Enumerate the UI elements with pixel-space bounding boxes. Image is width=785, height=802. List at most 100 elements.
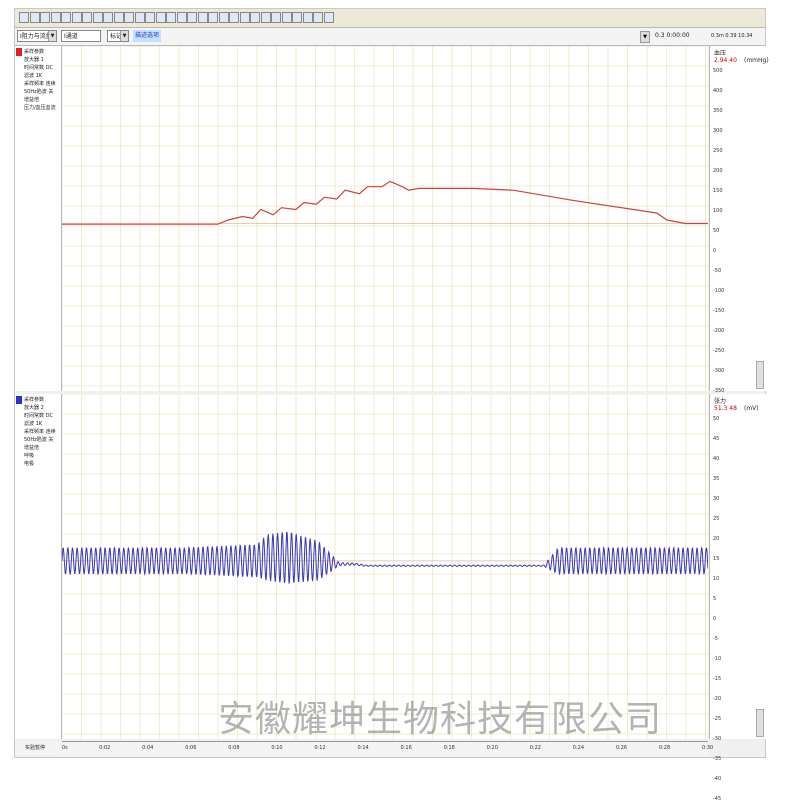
toolbar-button[interactable] (113, 12, 124, 23)
toolbar-button[interactable] (19, 12, 29, 23)
toolbar-button[interactable] (197, 12, 208, 23)
channel2-info-panel: 采样参数 放大器 2 时间常数 DC 滤波 1K 采样频率 连续 50Hz陷波 关增益倍呼… (15, 394, 62, 739)
toolbar-button[interactable] (218, 12, 229, 23)
channel2-y-tick-label: 40 (713, 456, 720, 462)
x-tick-label: 0:14 (357, 745, 369, 751)
channel-mode-select[interactable]: Ⅰ阻力与流量 ▼ (17, 30, 57, 42)
x-tick-label: 0:22 (529, 745, 541, 751)
channel2-y-tick-label: -10 (713, 656, 722, 662)
channel2-parameter-list: 采样参数 放大器 2 时间常数 DC 滤波 1K 采样频率 连续 50Hz陷波 关增益倍呼… (15, 394, 61, 468)
x-tick-label: 0:28 (658, 745, 671, 751)
x-tick-label: 0:30 (702, 745, 714, 751)
channel1-scale-panel: 血压 2.94 40 (mmHg) 500 400 350 300 250 200 150 1… (709, 46, 769, 414)
toolbar-button[interactable] (124, 12, 134, 23)
channel1-param-line: 时间常数 DC (24, 65, 53, 71)
time-display-2: 0.3m 0.39 10.34 (711, 33, 753, 39)
toolbar-button[interactable] (229, 12, 239, 23)
channel2-param-line: 电极 (24, 461, 35, 467)
channel2-y-tick-label: 15 (713, 556, 720, 562)
toolbar-button[interactable] (313, 12, 323, 23)
channel1-y-tick-label: 150 (713, 188, 723, 194)
channel2-plot[interactable] (62, 394, 708, 739)
toolbar-button[interactable] (71, 12, 82, 23)
watermark-text: 安徽耀坤生物科技有限公司 (218, 699, 663, 740)
channel1-plot[interactable] (62, 46, 708, 391)
toolbar-button[interactable] (92, 12, 103, 23)
x-tick-label: 0s (62, 745, 68, 751)
channel2-y-tick-label: 0 (713, 616, 717, 622)
channel1-y-tick-label: -50 (713, 268, 722, 274)
channel1-scale-scrollbar[interactable] (756, 361, 764, 389)
channel2-param-line: 呼吸 (24, 453, 35, 459)
channel1-y-tick-label: 200 (713, 168, 723, 174)
mark-select[interactable]: 标记 ▼ (107, 30, 129, 42)
toolbar-button[interactable] (82, 12, 92, 23)
channel2-color-marker[interactable] (16, 396, 22, 404)
toolbar-button[interactable] (145, 12, 155, 23)
trace-option-chip[interactable]: 描迹选项 (133, 30, 162, 42)
toolbar-button[interactable] (187, 12, 197, 23)
channel2-param-line: 增益倍 (24, 445, 40, 451)
channel1-chart-svg (62, 46, 708, 391)
toolbar-button[interactable] (176, 12, 187, 23)
status-indicator: 实验暂停 (15, 741, 61, 755)
toolbar-button[interactable] (166, 12, 176, 23)
time-axis[interactable]: 0s 0:02 0:04 0:06 0:08 0:10 0:12 0:14 0:16 0:18 0:… (62, 741, 713, 756)
x-tick-label: 0:18 (443, 745, 455, 751)
toolbar-button[interactable] (281, 12, 292, 23)
toolbar-button[interactable] (271, 12, 281, 23)
x-tick-label: 0:02 (99, 745, 111, 751)
channel1-color-marker[interactable] (16, 48, 22, 56)
chevron-down-icon[interactable]: ▼ (640, 31, 650, 43)
channel1-y-tick-label: 50 (713, 228, 720, 234)
channel1-param-line: 50Hz陷波 关 (24, 89, 54, 95)
toolbar-button[interactable] (50, 12, 61, 23)
channel2-y-tick-label: 45 (713, 436, 720, 442)
channel2-param-line: 50Hz陷波 关 (24, 437, 54, 443)
channel2-unit: (mV) (744, 405, 759, 412)
channel2-y-tick-label: 50 (713, 416, 720, 422)
toolbar-button[interactable] (323, 12, 334, 23)
x-tick-label: 0:20 (486, 745, 498, 751)
channel1-param-line: 采样频率 连续 (24, 81, 56, 87)
toolbar-button[interactable] (260, 12, 271, 23)
toolbar-button[interactable] (302, 12, 313, 23)
channel2-scale-scrollbar[interactable] (756, 709, 764, 737)
channel2-y-tick-label: -20 (713, 696, 722, 702)
x-tick-label: 0:10 (271, 745, 283, 751)
channel1-y-tick-label: 300 (713, 128, 723, 134)
channel1-param-line: 滤波 1K (24, 73, 43, 79)
channel2-y-tick-label: 10 (713, 576, 720, 582)
channel1-y-tick-label: -200 (713, 328, 725, 334)
toolbar-button[interactable] (250, 12, 260, 23)
chevron-down-icon[interactable]: ▼ (48, 31, 56, 41)
toolbar-button[interactable] (208, 12, 218, 23)
toolbar-button[interactable] (29, 12, 40, 23)
time-display: 0.3 0:00:00 (655, 32, 690, 39)
x-tick-label: 0:08 (228, 745, 240, 751)
channel1-param-line: 压力/血压血流 (24, 105, 56, 111)
channel2-y-tick-label: -40 (713, 776, 722, 782)
toolbar-button[interactable] (239, 12, 250, 23)
toolbar-button[interactable] (40, 12, 50, 23)
toolbar-button[interactable] (155, 12, 166, 23)
channel2-y-tick-label: 35 (713, 476, 720, 482)
channel-select[interactable]: Ⅰ通道 (61, 30, 101, 42)
channel2-y-tick-label: -25 (713, 716, 722, 722)
toolbar-button[interactable] (103, 12, 113, 23)
x-tick-label: 0:04 (142, 745, 154, 751)
chevron-down-icon[interactable]: ▼ (120, 31, 128, 41)
toolbar (15, 9, 765, 28)
toolbar-button[interactable] (134, 12, 145, 23)
x-tick-label: 0:12 (314, 745, 326, 751)
toolbar-button[interactable] (292, 12, 302, 23)
toolbar-button[interactable] (61, 12, 71, 23)
channel1-param-line: 放大器 1 (24, 57, 44, 63)
channel2-y-tick-label: 20 (713, 536, 720, 542)
channel-mode-value: Ⅰ阻力与流量 (20, 33, 52, 40)
channel2-chart-svg (62, 394, 708, 739)
channel1-y-tick-label: 0 (713, 248, 717, 254)
app-window: Ⅰ阻力与流量 ▼ Ⅰ通道 标记 ▼ 描迹选项 ▼ 0.3 0:00:00 0.3… (14, 8, 769, 802)
channel-select-value: Ⅰ通道 (64, 33, 78, 40)
channel1-y-tick-label: 350 (713, 108, 723, 114)
